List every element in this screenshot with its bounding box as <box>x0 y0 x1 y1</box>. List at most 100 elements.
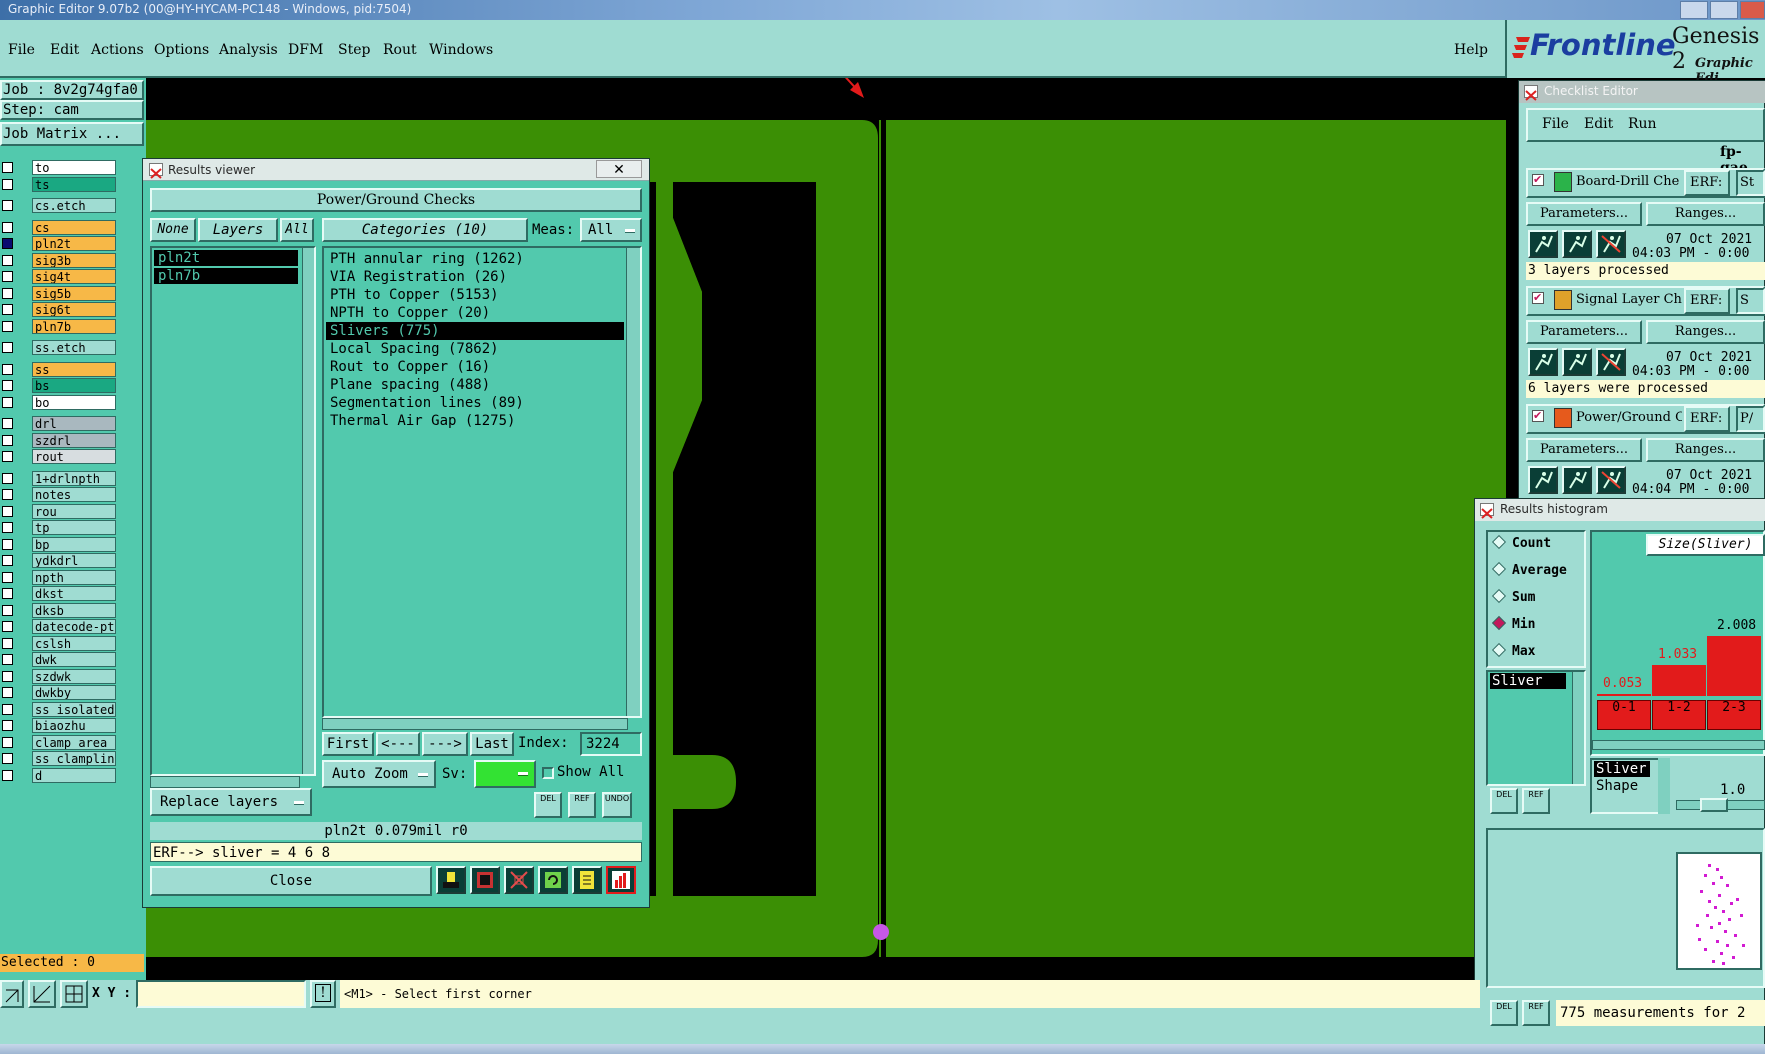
layer-row-pln7b[interactable]: pln7b <box>0 318 146 334</box>
hist-del-button[interactable]: DEL <box>1490 788 1518 814</box>
layer-name[interactable]: ss_isolated <box>32 701 116 717</box>
histogram-hscrollbar[interactable] <box>1592 740 1765 750</box>
histogram-bar[interactable] <box>1707 636 1761 696</box>
rv-layer-item[interactable]: pln7b <box>154 268 298 284</box>
categories-button[interactable]: Categories (10) <box>322 218 528 242</box>
shape-scrollbar[interactable] <box>1658 758 1670 814</box>
layer-row-cs[interactable]: cs <box>0 219 146 235</box>
alert-icon[interactable]: ! <box>310 980 336 1008</box>
hist-del2-button[interactable]: DEL <box>1490 1000 1518 1026</box>
cross-icon[interactable] <box>504 866 534 894</box>
layer-checkbox[interactable] <box>2 555 13 566</box>
minimize-button[interactable] <box>1680 1 1708 19</box>
layer-list-hscrollbar[interactable] <box>150 776 300 788</box>
layer-row-sig5b[interactable]: sig5b <box>0 285 146 301</box>
layer-name[interactable]: ts <box>32 176 116 192</box>
layers-button[interactable]: Layers <box>198 218 278 242</box>
layer-row-bp[interactable]: bp <box>0 536 146 552</box>
category-item[interactable]: VIA Registration (26) <box>326 268 624 286</box>
layer-row-clamp_area[interactable]: clamp_area <box>0 734 146 750</box>
layer-checkbox[interactable] <box>2 238 13 249</box>
menu-options[interactable]: Options <box>154 42 209 58</box>
tool-measure-icon[interactable] <box>28 980 56 1008</box>
category-item[interactable]: PTH annular ring (1262) <box>326 250 624 268</box>
layer-row-szdrl[interactable]: szdrl <box>0 432 146 448</box>
layer-checkbox[interactable] <box>2 287 13 299</box>
next-button[interactable]: ---> <box>422 732 468 756</box>
histogram-icon[interactable] <box>606 866 636 894</box>
menu-windows[interactable]: Windows <box>429 42 493 58</box>
layer-checkbox[interactable] <box>2 342 13 353</box>
layer-name[interactable]: biaozhu <box>32 718 116 733</box>
job-matrix-button[interactable]: Job Matrix ... <box>0 122 144 146</box>
layer-row-datecode-pth[interactable]: datecode-pth <box>0 619 146 634</box>
layer-name[interactable]: bs <box>32 378 116 393</box>
layer-name[interactable]: ydkdrl <box>32 553 116 568</box>
tool-select-icon[interactable] <box>0 980 24 1008</box>
stat-option-min[interactable]: Min <box>1491 615 1535 632</box>
rv-layer-item[interactable]: pln2t <box>154 250 298 266</box>
menu-file[interactable]: File <box>8 42 35 58</box>
category-item[interactable]: Rout to Copper (16) <box>326 358 624 376</box>
layer-row-ss_isolated[interactable]: ss_isolated <box>0 701 146 717</box>
layer-checkbox[interactable] <box>2 505 13 517</box>
layer-checkbox[interactable] <box>2 320 13 332</box>
layer-name[interactable]: cslsh <box>32 635 116 651</box>
erf-select[interactable]: P/ <box>1736 406 1765 432</box>
layer-row-sig4t[interactable]: sig4t <box>0 269 146 284</box>
xy-input[interactable] <box>136 980 306 1008</box>
stat-option-average[interactable]: Average <box>1491 561 1567 578</box>
layer-name[interactable]: cs <box>32 219 116 235</box>
show-all-checkbox[interactable] <box>542 767 554 779</box>
size-select[interactable]: Size(Sliver) <box>1646 534 1765 556</box>
menu-rout[interactable]: Rout <box>383 42 417 58</box>
layer-row-dksb[interactable]: dksb <box>0 602 146 618</box>
histogram-bar[interactable] <box>1597 694 1651 696</box>
layer-row-1+drlnpth[interactable]: 1+drlnpth <box>0 470 146 486</box>
layer-row-ss[interactable]: ss <box>0 361 146 377</box>
layer-checkbox[interactable] <box>2 221 13 233</box>
run-step-icon[interactable] <box>1562 466 1592 494</box>
layer-name[interactable]: bp <box>32 536 116 552</box>
layer-checkbox[interactable] <box>2 271 13 282</box>
close-button[interactable]: Close <box>150 866 432 896</box>
layer-name[interactable]: tp <box>32 520 116 535</box>
layer-checkbox[interactable] <box>2 736 13 748</box>
layer-list-scrollbar[interactable] <box>302 248 314 774</box>
layer-row-ss_clampline[interactable]: ss_clampline <box>0 751 146 766</box>
menu-actions[interactable]: Actions <box>91 42 144 58</box>
first-button[interactable]: First <box>322 732 374 756</box>
histogram-bar[interactable] <box>1652 665 1706 696</box>
hist-ref2-button[interactable]: REF <box>1522 1000 1550 1026</box>
checklist-menu-run[interactable]: Run <box>1628 116 1657 132</box>
run-icon[interactable] <box>1528 466 1558 494</box>
stat-option-max[interactable]: Max <box>1491 642 1535 659</box>
radio-diamond-icon[interactable] <box>1491 642 1507 658</box>
refresh-icon[interactable] <box>538 866 568 894</box>
layer-checkbox[interactable] <box>2 538 13 550</box>
close-window-button[interactable] <box>1740 1 1765 19</box>
layer-row-dkst[interactable]: dkst <box>0 586 146 601</box>
layer-name[interactable]: clamp_area <box>32 734 116 750</box>
category-item[interactable]: Slivers (775) <box>326 322 624 340</box>
run-stop-icon[interactable] <box>1596 230 1626 258</box>
layer-checkbox[interactable] <box>2 489 13 500</box>
parameters-button[interactable]: Parameters... <box>1526 320 1642 344</box>
histogram-list-scrollbar[interactable] <box>1572 672 1584 784</box>
run-step-icon[interactable] <box>1562 348 1592 376</box>
check-enabled-checkbox[interactable]: ✔ <box>1532 410 1544 422</box>
category-item[interactable]: Local Spacing (7862) <box>326 340 624 358</box>
layer-checkbox[interactable] <box>2 522 13 533</box>
histogram-range-label[interactable]: 2-3 <box>1707 700 1761 730</box>
erf-select[interactable]: S <box>1736 288 1765 314</box>
stat-option-count[interactable]: Count <box>1491 534 1551 551</box>
auto-zoom-select[interactable]: Auto Zoom <box>322 760 436 788</box>
layer-row-rout[interactable]: rout <box>0 449 146 464</box>
layer-checkbox[interactable] <box>2 434 13 446</box>
layer-row-d[interactable]: d <box>0 767 146 783</box>
category-item[interactable]: Thermal Air Gap (1275) <box>326 412 624 430</box>
notes-icon[interactable] <box>572 866 602 894</box>
layer-name[interactable]: pln7b <box>32 318 116 334</box>
layer-row-ydkdrl[interactable]: ydkdrl <box>0 553 146 568</box>
layer-checkbox[interactable] <box>2 472 13 484</box>
